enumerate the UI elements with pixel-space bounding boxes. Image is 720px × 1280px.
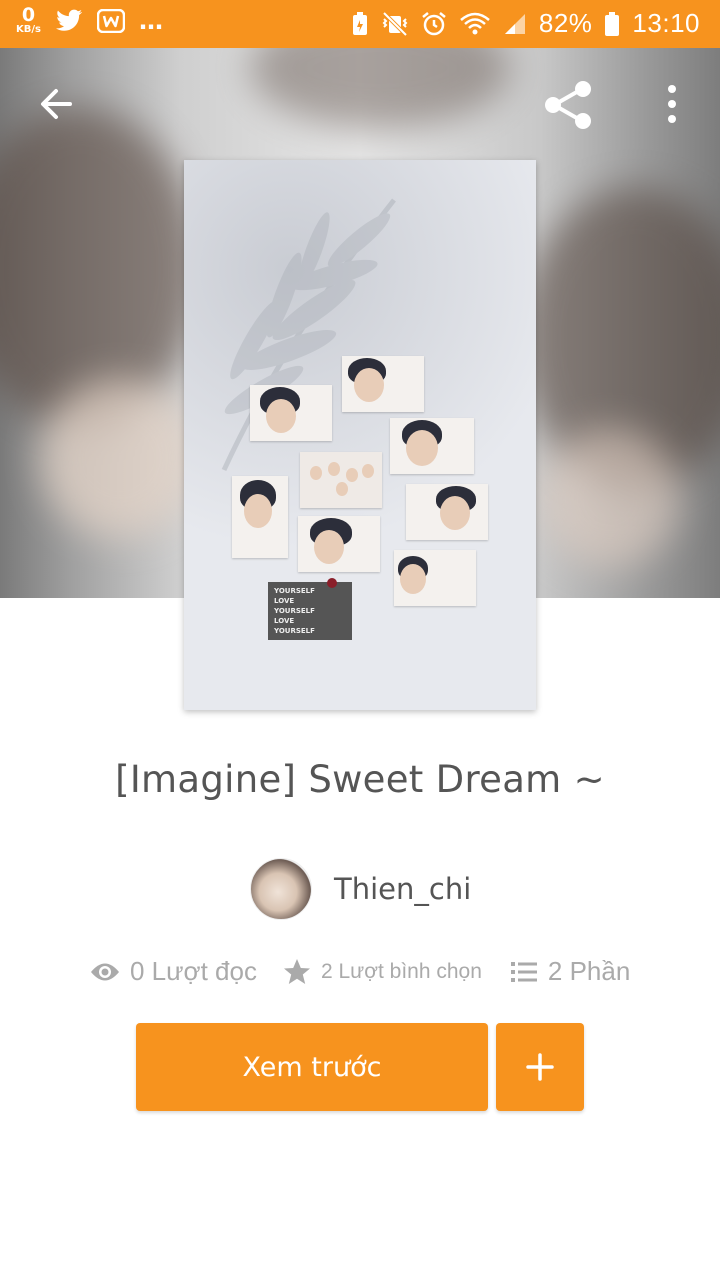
note-line: LOVE — [274, 597, 295, 605]
more-notifications: … — [138, 6, 163, 35]
back-button[interactable] — [36, 84, 76, 124]
cover-photo — [250, 385, 332, 441]
avatar[interactable] — [250, 858, 312, 920]
cover-photo — [342, 356, 424, 412]
wattpad-icon — [96, 8, 125, 33]
status-bar: 0 KB/s … 82% 13:10 — [0, 0, 720, 48]
reads-stat: 0 Lượt đọc — [90, 956, 257, 987]
status-right: 82% 13:10 — [351, 8, 700, 39]
note-line: YOURSELF — [274, 607, 315, 615]
twitter-icon — [55, 9, 82, 31]
parts-stat: 2 Phần — [510, 956, 630, 987]
pushpin-icon — [327, 578, 337, 588]
wifi-icon — [460, 12, 490, 34]
cover-photo — [394, 550, 476, 606]
arrow-left-icon — [41, 89, 72, 119]
share-button[interactable] — [542, 80, 594, 130]
book-cover[interactable]: YOURSELF LOVE YOURSELF LOVE YOURSELF — [184, 160, 536, 710]
note-line: YOURSELF — [274, 627, 315, 635]
net-speed: 0 KB/s — [16, 6, 41, 35]
net-speed-value: 0 — [21, 4, 36, 26]
signal-icon — [504, 13, 525, 34]
battery-saver-icon — [352, 11, 367, 35]
battery-icon — [605, 11, 620, 36]
reads-count: 0 Lượt đọc — [130, 956, 257, 986]
plus-icon — [526, 1053, 554, 1081]
preview-button[interactable]: Xem trước — [136, 1023, 488, 1111]
clock: 13:10 — [632, 8, 700, 38]
cover-note: YOURSELF LOVE YOURSELF LOVE YOURSELF — [268, 582, 352, 640]
preview-button-label: Xem trước — [242, 1051, 382, 1083]
author-name[interactable]: Thien_chi — [334, 872, 471, 906]
add-to-library-button[interactable] — [496, 1023, 584, 1111]
votes-count: 2 Lượt bình chọn — [320, 959, 482, 983]
net-speed-unit: KB/s — [16, 24, 41, 35]
note-line: LOVE — [274, 617, 295, 625]
more-vertical-icon — [668, 85, 676, 123]
story-title: [Imagine] Sweet Dream ~ — [115, 758, 605, 801]
story-stats: 0 Lượt đọc 2 Lượt bình chọn 2 Phần — [90, 956, 630, 987]
cover-photo — [232, 476, 288, 558]
status-left: 0 KB/s … — [16, 6, 163, 35]
cover-photo — [298, 516, 380, 572]
more-options-button[interactable] — [656, 84, 688, 124]
share-icon — [545, 81, 591, 129]
parts-count: 2 Phần — [547, 956, 631, 986]
star-icon — [283, 958, 310, 984]
bg-blur-shape — [40, 378, 200, 538]
bg-blur-shape — [250, 48, 510, 128]
alarm-icon — [422, 11, 446, 35]
bg-blur-shape — [540, 428, 680, 568]
battery-percent: 82% — [538, 8, 593, 38]
author-link[interactable]: Thien_chi — [250, 858, 471, 920]
eye-icon — [91, 963, 119, 980]
list-icon — [510, 961, 537, 982]
cover-photo — [300, 452, 382, 508]
vibrate-off-icon — [382, 11, 408, 36]
votes-stat: 2 Lượt bình chọn — [283, 958, 482, 986]
cover-photo — [406, 484, 488, 540]
note-line: YOURSELF — [274, 587, 315, 595]
cover-photo — [390, 418, 474, 474]
